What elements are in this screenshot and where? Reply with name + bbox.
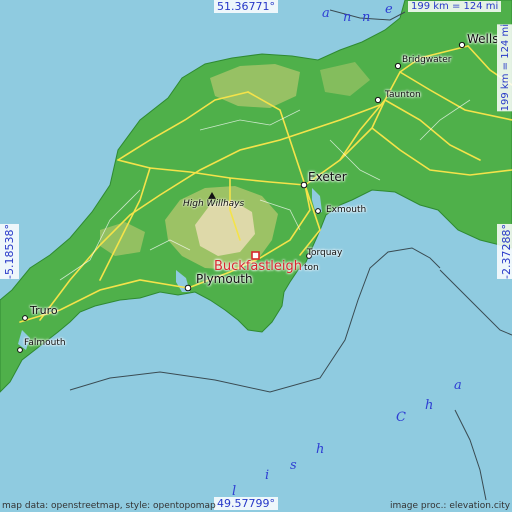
scale-vertical: 199 km = 124 mi bbox=[497, 24, 512, 112]
buckfastleigh-marker[interactable] bbox=[251, 251, 260, 260]
scale-horizontal: 199 km = 124 mi bbox=[408, 1, 502, 12]
label-truro[interactable]: Truro bbox=[30, 304, 58, 317]
coord-south: 49.57799° bbox=[214, 497, 278, 510]
label-newton-fragment: ton bbox=[304, 263, 319, 273]
sea-letter: h bbox=[425, 398, 434, 413]
sea-letter: e bbox=[385, 2, 393, 17]
coord-north: 51.36771° bbox=[214, 0, 278, 13]
map-canvas[interactable]: Wells Bridgwater Taunton Exeter Exmouth … bbox=[0, 0, 512, 512]
sea-letter: a bbox=[454, 378, 462, 393]
label-wells[interactable]: Wells bbox=[467, 32, 498, 46]
credit-map-data: map data: openstreetmap, style: opentopo… bbox=[2, 501, 216, 511]
label-plymouth[interactable]: Plymouth bbox=[196, 272, 253, 286]
sea-boundary-south bbox=[454, 409, 487, 501]
credit-image-proc: image proc.: elevation.city bbox=[390, 501, 511, 511]
label-high-willhays[interactable]: High Willhays bbox=[183, 199, 244, 209]
label-falmouth[interactable]: Falmouth bbox=[24, 338, 66, 348]
sea-letter: C bbox=[396, 410, 406, 425]
sea-letter: i bbox=[265, 468, 270, 483]
sea-letter: a bbox=[322, 6, 330, 21]
label-exmouth[interactable]: Exmouth bbox=[326, 205, 366, 215]
sea-letter: n bbox=[343, 10, 352, 25]
sea-letter: n bbox=[362, 10, 371, 25]
coord-east: -2.37288° bbox=[497, 224, 512, 279]
terrain-layer bbox=[0, 0, 512, 501]
label-buckfastleigh[interactable]: Buckfastleigh bbox=[214, 259, 302, 274]
label-torquay[interactable]: Torquay bbox=[307, 248, 342, 258]
sea-letter: s bbox=[290, 458, 297, 473]
label-exeter[interactable]: Exeter bbox=[308, 170, 347, 184]
sea-letter: h bbox=[316, 442, 325, 457]
label-bridgwater[interactable]: Bridgwater bbox=[402, 55, 451, 65]
coord-west: -5.18538° bbox=[0, 224, 19, 279]
label-taunton[interactable]: Taunton bbox=[385, 90, 421, 100]
